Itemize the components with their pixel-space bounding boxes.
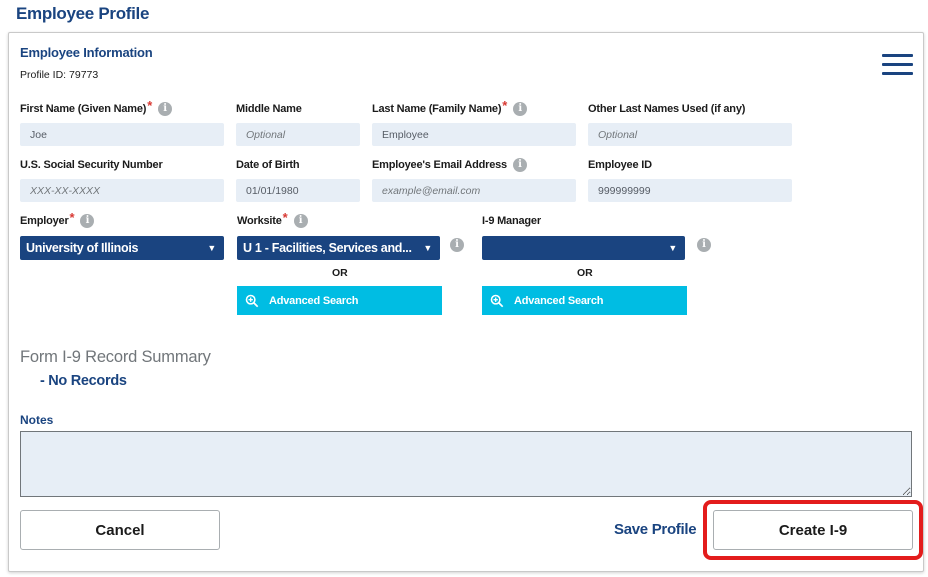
required-asterisk: *	[502, 97, 508, 113]
required-asterisk: *	[282, 209, 288, 225]
caret-down-icon: ▼	[207, 243, 216, 253]
employer-label: Employer	[20, 215, 69, 227]
field-employee-id: Employee ID	[588, 157, 792, 202]
field-first-name: First Name (Given Name) * i	[20, 97, 224, 146]
info-icon[interactable]: i	[450, 238, 464, 252]
i9-manager-select[interactable]: ▼	[482, 236, 685, 260]
hamburger-menu-icon[interactable]	[882, 54, 913, 76]
or-separator: OR	[332, 267, 348, 279]
field-date-of-birth: Date of Birth	[236, 157, 360, 202]
required-asterisk: *	[69, 209, 75, 225]
worksite-label: Worksite	[237, 215, 282, 227]
page-title: Employee Profile	[16, 4, 150, 23]
email-label: Employee's Email Address	[372, 159, 507, 171]
info-icon[interactable]: i	[80, 214, 95, 228]
employee-id-input[interactable]	[588, 179, 792, 202]
employer-select-value: University of Illinois	[26, 241, 139, 255]
notes-textarea[interactable]	[20, 431, 912, 497]
info-icon[interactable]: i	[697, 238, 711, 252]
employer-label-row: Employer * i	[20, 209, 95, 229]
record-summary-title: Form I-9 Record Summary	[20, 348, 211, 366]
middle-name-label: Middle Name	[236, 103, 302, 115]
no-records-text: - No Records	[40, 373, 127, 389]
middle-name-input[interactable]	[236, 123, 360, 146]
field-ssn: U.S. Social Security Number	[20, 157, 224, 202]
info-icon[interactable]: i	[512, 158, 527, 172]
email-input[interactable]	[372, 179, 576, 202]
i9-manager-label: I-9 Manager	[482, 215, 541, 227]
cancel-button[interactable]: Cancel	[20, 510, 220, 550]
required-asterisk: *	[147, 97, 153, 113]
magnifier-plus-icon	[490, 294, 504, 307]
last-name-input[interactable]	[372, 123, 576, 146]
magnifier-plus-icon	[245, 294, 259, 307]
notes-label: Notes	[20, 413, 54, 427]
caret-down-icon: ▼	[423, 243, 432, 253]
info-icon[interactable]: i	[513, 102, 528, 116]
create-i9-button[interactable]: Create I-9	[713, 510, 913, 550]
last-name-label: Last Name (Family Name)	[372, 103, 502, 115]
other-last-names-label: Other Last Names Used (if any)	[588, 103, 746, 115]
profile-id: Profile ID: 79773	[20, 69, 99, 81]
date-of-birth-input[interactable]	[236, 179, 360, 202]
save-profile-link[interactable]: Save Profile	[614, 521, 697, 538]
caret-down-icon: ▼	[668, 243, 677, 253]
advanced-search-label: Advanced Search	[269, 294, 359, 307]
i9-manager-advanced-search-button[interactable]: Advanced Search	[482, 286, 687, 315]
ssn-label: U.S. Social Security Number	[20, 159, 163, 171]
field-email: Employee's Email Address i	[372, 157, 576, 202]
or-separator: OR	[577, 267, 593, 279]
worksite-select-value: U 1 - Facilities, Services and...	[243, 241, 412, 255]
date-of-birth-label: Date of Birth	[236, 159, 300, 171]
worksite-select[interactable]: U 1 - Facilities, Services and... ▼	[237, 236, 440, 260]
field-last-name: Last Name (Family Name) * i	[372, 97, 576, 146]
employer-select[interactable]: University of Illinois ▼	[20, 236, 224, 260]
ssn-input[interactable]	[20, 179, 224, 202]
field-middle-name: Middle Name	[236, 101, 360, 146]
field-other-last-names: Other Last Names Used (if any)	[588, 101, 792, 146]
first-name-input[interactable]	[20, 123, 224, 146]
advanced-search-label: Advanced Search	[514, 294, 604, 307]
worksite-advanced-search-button[interactable]: Advanced Search	[237, 286, 442, 315]
employee-id-label: Employee ID	[588, 159, 652, 171]
info-icon[interactable]: i	[293, 214, 308, 228]
other-last-names-input[interactable]	[588, 123, 792, 146]
i9-manager-label-row: I-9 Manager	[482, 213, 541, 229]
worksite-label-row: Worksite * i	[237, 209, 308, 229]
info-icon[interactable]: i	[158, 102, 173, 116]
first-name-label: First Name (Given Name)	[20, 103, 147, 115]
section-title-employee-information: Employee Information	[20, 45, 153, 60]
